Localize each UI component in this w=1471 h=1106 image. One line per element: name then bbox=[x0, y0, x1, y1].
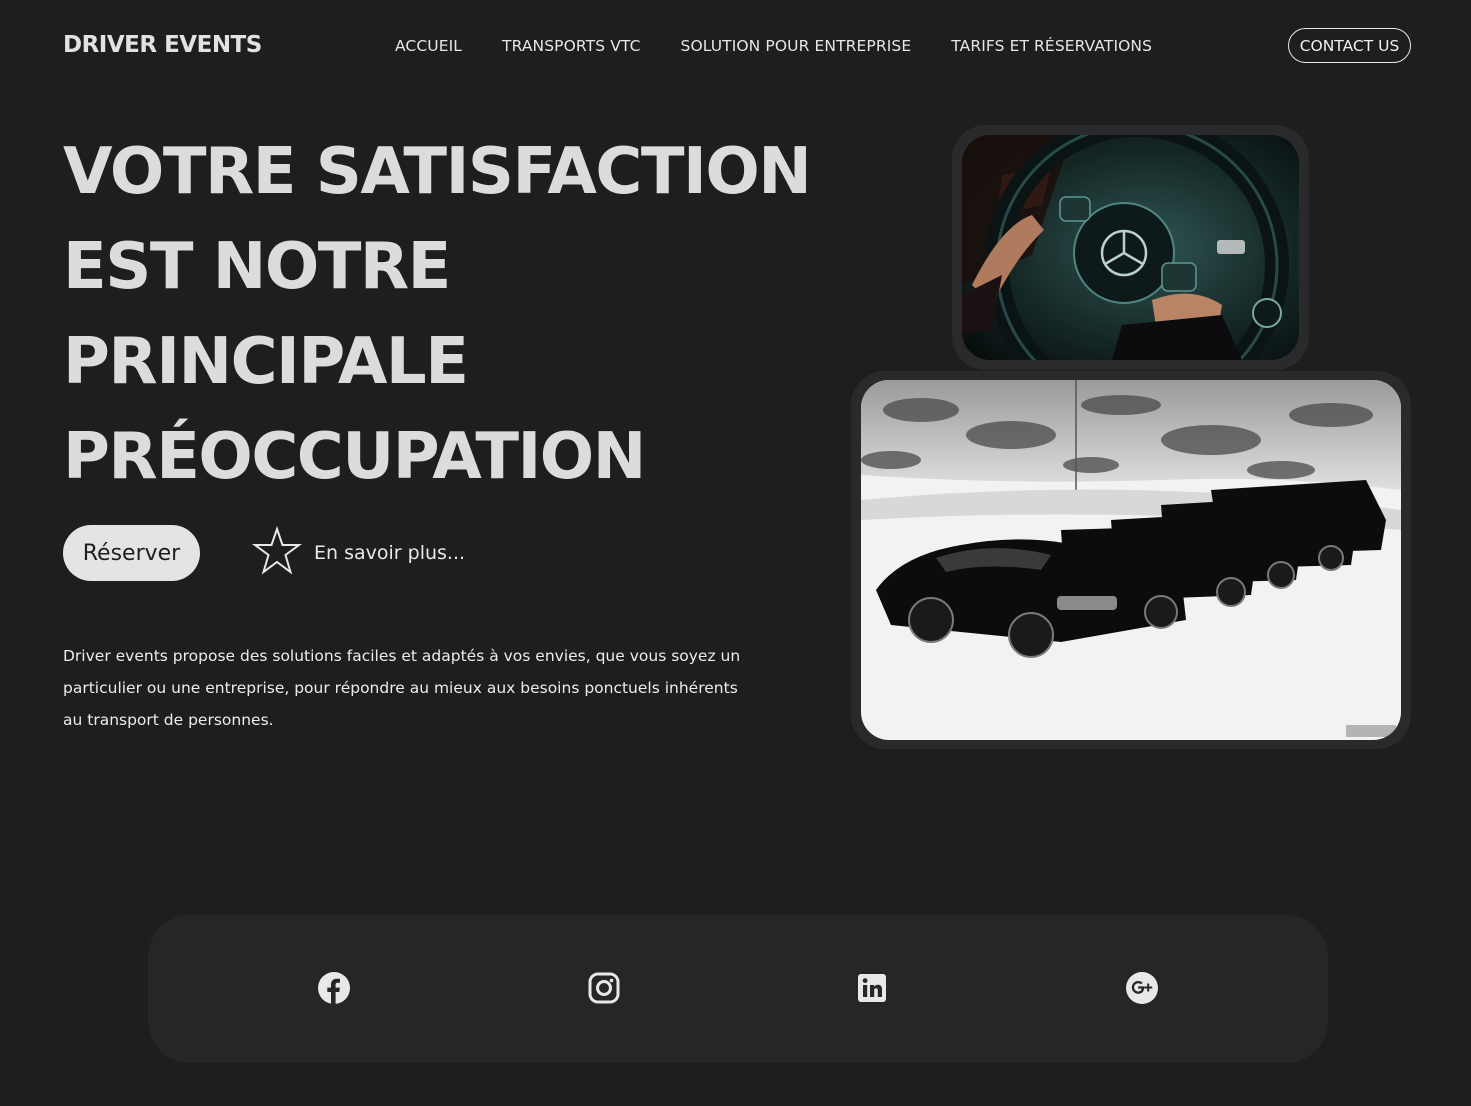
steering-wheel-photo bbox=[962, 135, 1299, 360]
nav-item-transports-vtc[interactable]: TRANSPORTS VTC bbox=[502, 37, 640, 55]
nav-item-accueil[interactable]: ACCUEIL bbox=[395, 37, 462, 55]
nav-item-tarifs-reservations[interactable]: TARIFS ET RÉSERVATIONS bbox=[951, 37, 1152, 55]
hero-title-line: PRÉOCCUPATION bbox=[63, 420, 646, 494]
learn-more-link[interactable]: En savoir plus... bbox=[251, 525, 466, 580]
main-nav: ACCUEIL TRANSPORTS VTC SOLUTION POUR ENT… bbox=[395, 37, 1152, 55]
hero-title-line: VOTRE SATISFACTION bbox=[63, 135, 812, 209]
hero-description: Driver events propose des solutions faci… bbox=[63, 647, 741, 729]
hero-title-line: PRINCIPALE bbox=[63, 325, 469, 399]
instagram-icon[interactable] bbox=[587, 971, 621, 1005]
learn-more-label: En savoir plus... bbox=[314, 542, 466, 564]
linkedin-icon[interactable] bbox=[855, 971, 889, 1005]
contact-button[interactable]: CONTACT US bbox=[1288, 28, 1411, 63]
hero-title: VOTRE SATISFACTION EST NOTRE PRINCIPALE … bbox=[63, 125, 823, 505]
hero-title-line: EST NOTRE bbox=[63, 230, 451, 304]
site-logo[interactable]: DRIVER EVENTS bbox=[63, 32, 262, 58]
reserve-button[interactable]: Réserver bbox=[63, 525, 200, 581]
star-icon bbox=[251, 525, 303, 580]
google-plus-icon[interactable] bbox=[1125, 971, 1159, 1005]
car-fleet-photo bbox=[861, 380, 1401, 740]
nav-item-solution-entreprise[interactable]: SOLUTION POUR ENTREPRISE bbox=[681, 37, 912, 55]
facebook-icon[interactable] bbox=[317, 971, 351, 1005]
